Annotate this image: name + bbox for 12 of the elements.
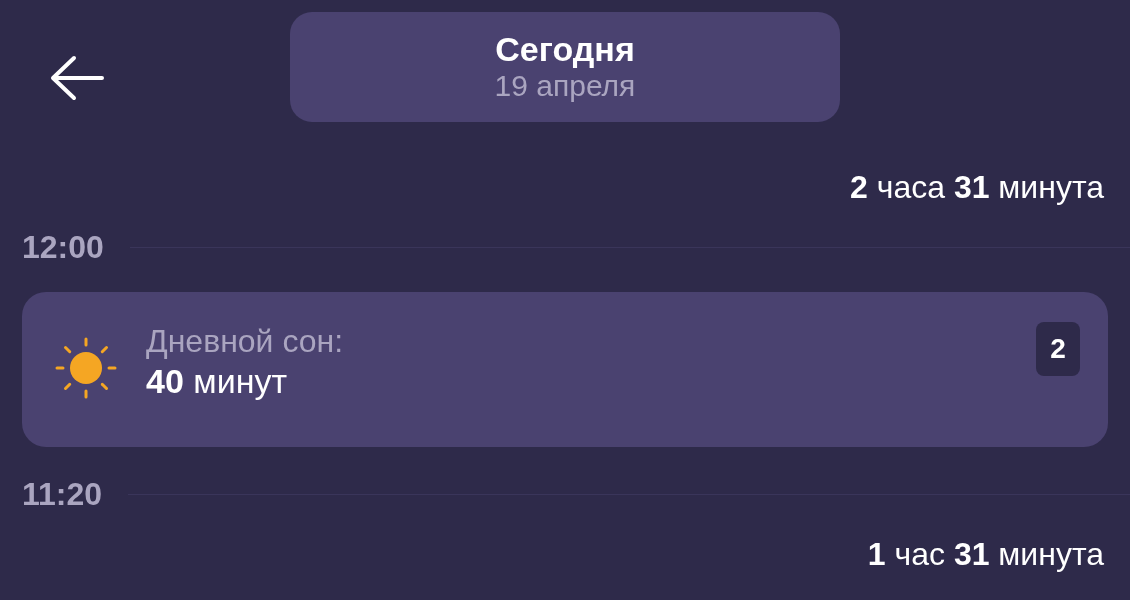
event-label: Дневной сон: — [146, 322, 344, 361]
count-badge: 2 — [1036, 322, 1080, 376]
duration-text: 1 час 31 минута — [867, 535, 1104, 574]
event-duration: 40 минут — [146, 361, 288, 403]
sun-icon — [54, 336, 118, 400]
back-arrow-icon — [48, 54, 106, 102]
duration-text: 2 часа 31 минута — [850, 168, 1104, 207]
time-label: 11:20 — [22, 475, 103, 514]
date-subtitle: 19 апреля — [494, 69, 636, 104]
back-button[interactable] — [48, 54, 106, 102]
time-label: 12:00 — [22, 228, 104, 267]
date-title: Сегодня — [495, 30, 635, 70]
